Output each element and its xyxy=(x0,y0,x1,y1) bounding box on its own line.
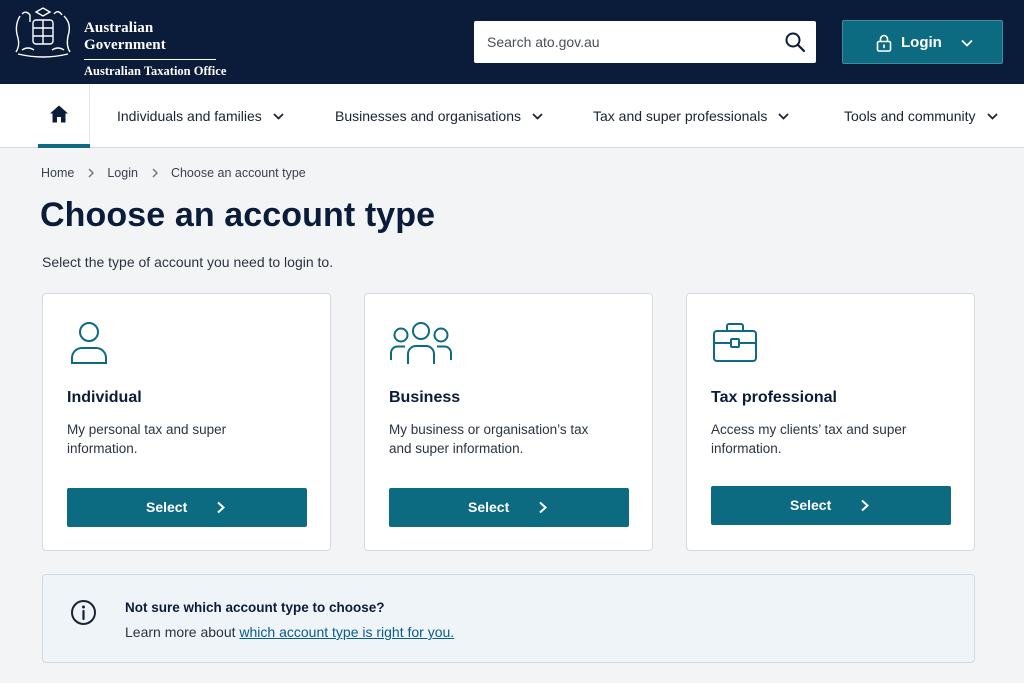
page-intro: Select the type of account you need to l… xyxy=(42,254,334,270)
info-text: Learn more about which account type is r… xyxy=(125,624,454,640)
government-wordmark[interactable]: Australian Government Australian Taxatio… xyxy=(84,20,226,79)
login-label: Login xyxy=(901,34,942,51)
info-callout: Not sure which account type to choose? L… xyxy=(42,574,975,663)
nav-label: Businesses and organisations xyxy=(335,108,522,124)
login-button[interactable]: Login xyxy=(842,20,1003,64)
search-input[interactable] xyxy=(487,32,777,52)
account-card-individual: Individual My personal tax and super inf… xyxy=(42,293,331,551)
search-box xyxy=(474,21,816,63)
select-label: Select xyxy=(790,497,832,513)
card-description: My business or organisation’s tax and su… xyxy=(389,422,589,456)
card-title: Business xyxy=(389,389,461,406)
briefcase-icon xyxy=(713,323,757,362)
group-icon xyxy=(390,322,452,364)
chevron-right-icon xyxy=(152,168,158,178)
active-indicator xyxy=(38,144,90,148)
nav-label: Individuals and families xyxy=(117,108,262,124)
info-icon xyxy=(71,600,96,625)
account-card-business: Business My business or organisation’s t… xyxy=(364,293,653,551)
select-tax-professional-button[interactable]: Select xyxy=(711,486,951,525)
chevron-down-icon xyxy=(273,112,284,120)
nav-businesses-and-organisations[interactable]: Businesses and organisations xyxy=(335,84,544,148)
card-description: Access my clients’ tax and super informa… xyxy=(711,422,907,456)
site-header: Australian Government Australian Taxatio… xyxy=(0,0,1024,84)
card-description: My personal tax and super information. xyxy=(67,422,227,456)
card-title: Tax professional xyxy=(711,389,837,406)
chevron-right-icon xyxy=(861,499,869,512)
page-title: Choose an account type xyxy=(40,196,436,234)
chevron-down-icon xyxy=(778,112,789,120)
nav-label: Tools and community xyxy=(844,108,976,124)
nav-label: Tax and super professionals xyxy=(593,108,768,124)
select-label: Select xyxy=(468,499,510,515)
nav-individuals-and-families[interactable]: Individuals and families xyxy=(117,84,285,148)
chevron-right-icon xyxy=(88,168,95,178)
search-icon[interactable] xyxy=(784,31,806,53)
nav-tools-and-community[interactable]: Tools and community xyxy=(844,84,999,148)
breadcrumb-current: Choose an account type xyxy=(170,166,306,180)
select-individual-button[interactable]: Select xyxy=(67,488,307,527)
chevron-down-icon xyxy=(532,112,543,120)
breadcrumb: Home Login Choose an account type xyxy=(41,166,306,180)
chevron-down-icon xyxy=(986,112,998,120)
home-icon xyxy=(50,105,68,123)
info-question: Not sure which account type to choose? xyxy=(125,600,385,615)
chevron-right-icon xyxy=(539,501,547,514)
gov-line-2: Australian Taxation Office xyxy=(84,64,227,78)
select-label: Select xyxy=(146,499,188,515)
account-type-help-link[interactable]: which account type is right for you. xyxy=(239,624,454,640)
info-prefix: Learn more about xyxy=(125,624,240,640)
coat-of-arms-logo[interactable] xyxy=(8,6,78,62)
nav-home[interactable] xyxy=(28,84,90,148)
card-title: Individual xyxy=(67,389,142,406)
chevron-down-icon xyxy=(961,39,973,47)
nav-tax-and-super-professionals[interactable]: Tax and super professionals xyxy=(593,84,790,148)
gov-line-1: Australian Government xyxy=(84,20,216,60)
lock-icon xyxy=(876,34,892,52)
main-navigation: Individuals and families Businesses and … xyxy=(0,84,1024,148)
breadcrumb-home[interactable]: Home xyxy=(41,166,74,180)
person-icon xyxy=(71,322,107,364)
breadcrumb-login[interactable]: Login xyxy=(107,166,138,180)
account-card-tax-professional: Tax professional Access my clients’ tax … xyxy=(686,293,975,551)
select-business-button[interactable]: Select xyxy=(389,488,629,527)
chevron-right-icon xyxy=(217,501,225,514)
